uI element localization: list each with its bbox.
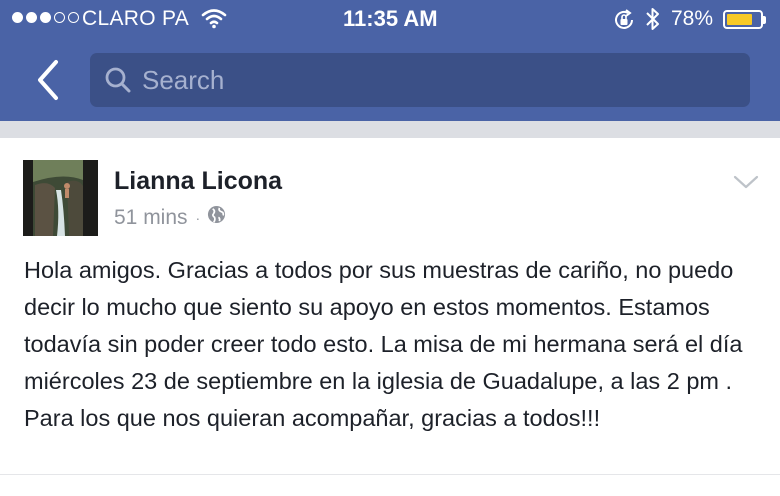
battery-percent: 78%: [671, 7, 714, 30]
signal-dot: [68, 12, 79, 23]
bluetooth-icon: [645, 5, 661, 39]
signal-dot: [26, 12, 37, 23]
search-input[interactable]: [142, 63, 732, 97]
signal-strength-icon: [12, 12, 79, 23]
battery-icon: [723, 10, 766, 29]
carrier-name: CLARO PA: [82, 7, 190, 30]
search-icon: [104, 66, 132, 99]
post-meta: 51 mins ·: [114, 205, 226, 230]
signal-dot: [12, 12, 23, 23]
orientation-lock-icon: [612, 8, 636, 38]
signal-dot: [54, 12, 65, 23]
chevron-left-icon: [38, 60, 58, 100]
post-card: Lianna Licona 51 mins · Hola amigos. Gra…: [0, 138, 780, 496]
wifi-icon: [201, 7, 227, 35]
back-button[interactable]: [30, 58, 66, 102]
search-bar[interactable]: [90, 53, 750, 107]
battery-nub: [763, 16, 766, 24]
top-bar: CLARO PA 11:35 AM 78%: [0, 0, 780, 121]
signal-dot: [40, 12, 51, 23]
author-name[interactable]: Lianna Licona: [114, 167, 282, 196]
feed-divider: [0, 121, 780, 138]
globe-icon: [207, 205, 226, 230]
post-timestamp[interactable]: 51 mins: [114, 206, 188, 230]
battery-level: [727, 14, 752, 25]
post-bottom-border: [0, 474, 780, 475]
post-options-button[interactable]: [733, 174, 759, 195]
chevron-down-icon: [733, 175, 759, 189]
status-bar: CLARO PA 11:35 AM 78%: [0, 0, 780, 40]
meta-separator: ·: [195, 209, 201, 226]
post-text: Hola amigos. Gracias a todos por sus mue…: [24, 257, 743, 431]
avatar[interactable]: [23, 160, 98, 236]
status-time: 11:35 AM: [343, 6, 438, 31]
